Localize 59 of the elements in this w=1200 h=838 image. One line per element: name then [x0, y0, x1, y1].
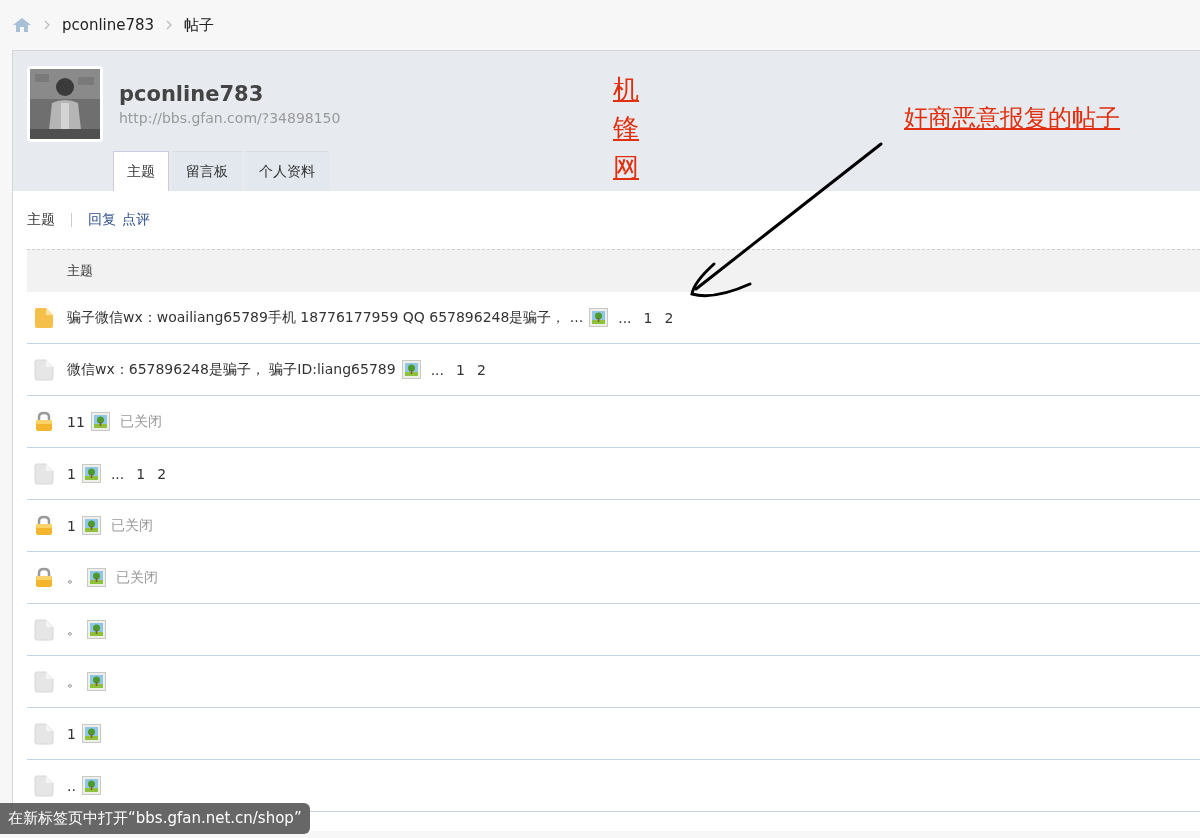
annotation-label: 机锋网 — [613, 73, 639, 184]
username: pconline783 — [119, 82, 265, 106]
document-icon — [33, 670, 55, 693]
document-icon — [33, 618, 55, 641]
page-ellipsis: ... — [618, 309, 632, 326]
page-ellipsis: ... — [430, 361, 444, 378]
closed-label: 已关闭 — [116, 568, 158, 587]
document-icon — [33, 462, 55, 485]
profile-url: http://bbs.gfan.com/?34898150 — [119, 110, 341, 126]
document-icon — [33, 358, 55, 381]
image-attachment-icon — [87, 672, 106, 691]
page-link[interactable]: 1 — [643, 309, 653, 326]
page-link[interactable]: 2 — [664, 309, 674, 326]
page-link[interactable]: 2 — [476, 361, 486, 378]
filter-link[interactable]: 回复 — [88, 211, 116, 229]
folder-icon — [33, 306, 55, 329]
image-attachment-icon — [87, 620, 106, 639]
tab[interactable]: 留言板 — [172, 151, 242, 191]
annotation-caption: 奸商恶意报复的帖子 — [904, 103, 1120, 134]
home-icon[interactable] — [12, 17, 32, 33]
image-attachment-icon — [401, 360, 421, 379]
image-attachment-icon — [81, 516, 101, 535]
thread-title[interactable]: 微信wx：657896248是骗子， 骗子ID:liang65789 — [67, 360, 396, 379]
lock-icon — [33, 514, 55, 537]
document-icon — [33, 722, 55, 745]
thread-title[interactable]: 1 — [67, 725, 76, 742]
image-attachment-icon — [81, 724, 101, 743]
lock-icon — [33, 410, 55, 433]
thread-title[interactable]: 。 — [67, 620, 81, 639]
status-bubble: 在新标签页中打开“bbs.gfan.net.cn/shop” — [0, 803, 310, 834]
document-icon — [33, 774, 55, 797]
lock-icon — [33, 566, 55, 589]
column-header: 主题 — [67, 262, 93, 280]
filter-link[interactable]: 点评 — [122, 211, 150, 229]
closed-label: 已关闭 — [110, 516, 153, 535]
image-attachment-icon — [87, 568, 106, 587]
tab[interactable]: 个人资料 — [245, 151, 329, 191]
breadcrumb-link[interactable]: pconline783 — [62, 16, 155, 34]
chevron-icon — [166, 20, 173, 30]
thread-title[interactable]: .. — [67, 777, 76, 794]
thread-title[interactable]: 骗子微信wx：woailiang65789手机 18776177959 QQ 657896248是骗子， ... — [67, 308, 584, 327]
breadcrumb-link[interactable]: 帖子 — [184, 15, 215, 35]
page-ellipsis: ... — [110, 465, 125, 482]
image-attachment-icon — [81, 464, 101, 483]
thread-title[interactable]: 。 — [67, 672, 81, 691]
thread-title[interactable]: 11 — [67, 413, 85, 430]
image-attachment-icon — [81, 776, 101, 795]
image-attachment-icon — [90, 412, 110, 431]
thread-title[interactable]: 。 — [67, 568, 81, 587]
chevron-icon — [44, 20, 50, 30]
page-link[interactable]: 1 — [456, 361, 465, 378]
image-attachment-icon — [589, 308, 609, 327]
thread-title[interactable]: 1 — [67, 517, 76, 534]
thread-title[interactable]: 1 — [67, 465, 76, 482]
page-link[interactable]: 1 — [136, 465, 146, 482]
page-link[interactable]: 2 — [157, 465, 167, 482]
filter-link[interactable]: 主题 — [27, 211, 55, 229]
closed-label: 已关闭 — [119, 412, 162, 431]
tab[interactable]: 主题 — [113, 151, 169, 191]
